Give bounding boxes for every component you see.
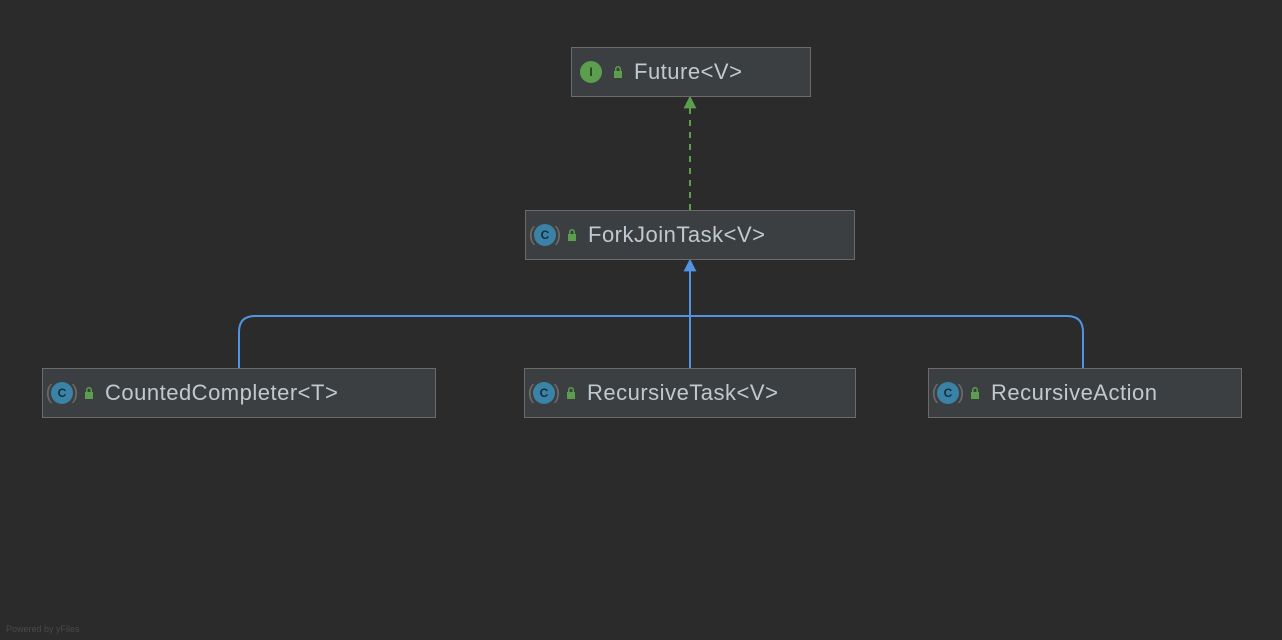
interface-icon: I [580,61,602,83]
lock-icon [81,385,97,401]
node-recursivetask[interactable]: ( C ) RecursiveTask<V> [524,368,856,418]
class-badge: ( C ) [937,382,959,404]
node-label: RecursiveTask<V> [587,380,778,406]
lock-icon [563,385,579,401]
class-icon: C [51,382,73,404]
lock-icon [564,227,580,243]
node-label: CountedCompleter<T> [105,380,338,406]
edge-extends-bus [239,316,1083,368]
diagram-canvas: I Future<V> ( C ) ForkJoinTask<V> ( C ) … [0,0,1282,640]
class-icon: C [534,224,556,246]
class-icon: C [937,382,959,404]
watermark: Powered by yFiles [6,624,80,634]
node-label: Future<V> [634,59,742,85]
class-badge: ( C ) [534,224,556,246]
node-recursiveaction[interactable]: ( C ) RecursiveAction [928,368,1242,418]
class-icon: C [533,382,555,404]
node-label: RecursiveAction [991,380,1157,406]
node-forkjointask[interactable]: ( C ) ForkJoinTask<V> [525,210,855,260]
node-label: ForkJoinTask<V> [588,222,765,248]
node-future[interactable]: I Future<V> [571,47,811,97]
lock-icon [610,64,626,80]
class-badge: ( C ) [533,382,555,404]
node-countedcompleter[interactable]: ( C ) CountedCompleter<T> [42,368,436,418]
class-badge: ( C ) [51,382,73,404]
interface-badge: I [580,61,602,83]
lock-icon [967,385,983,401]
